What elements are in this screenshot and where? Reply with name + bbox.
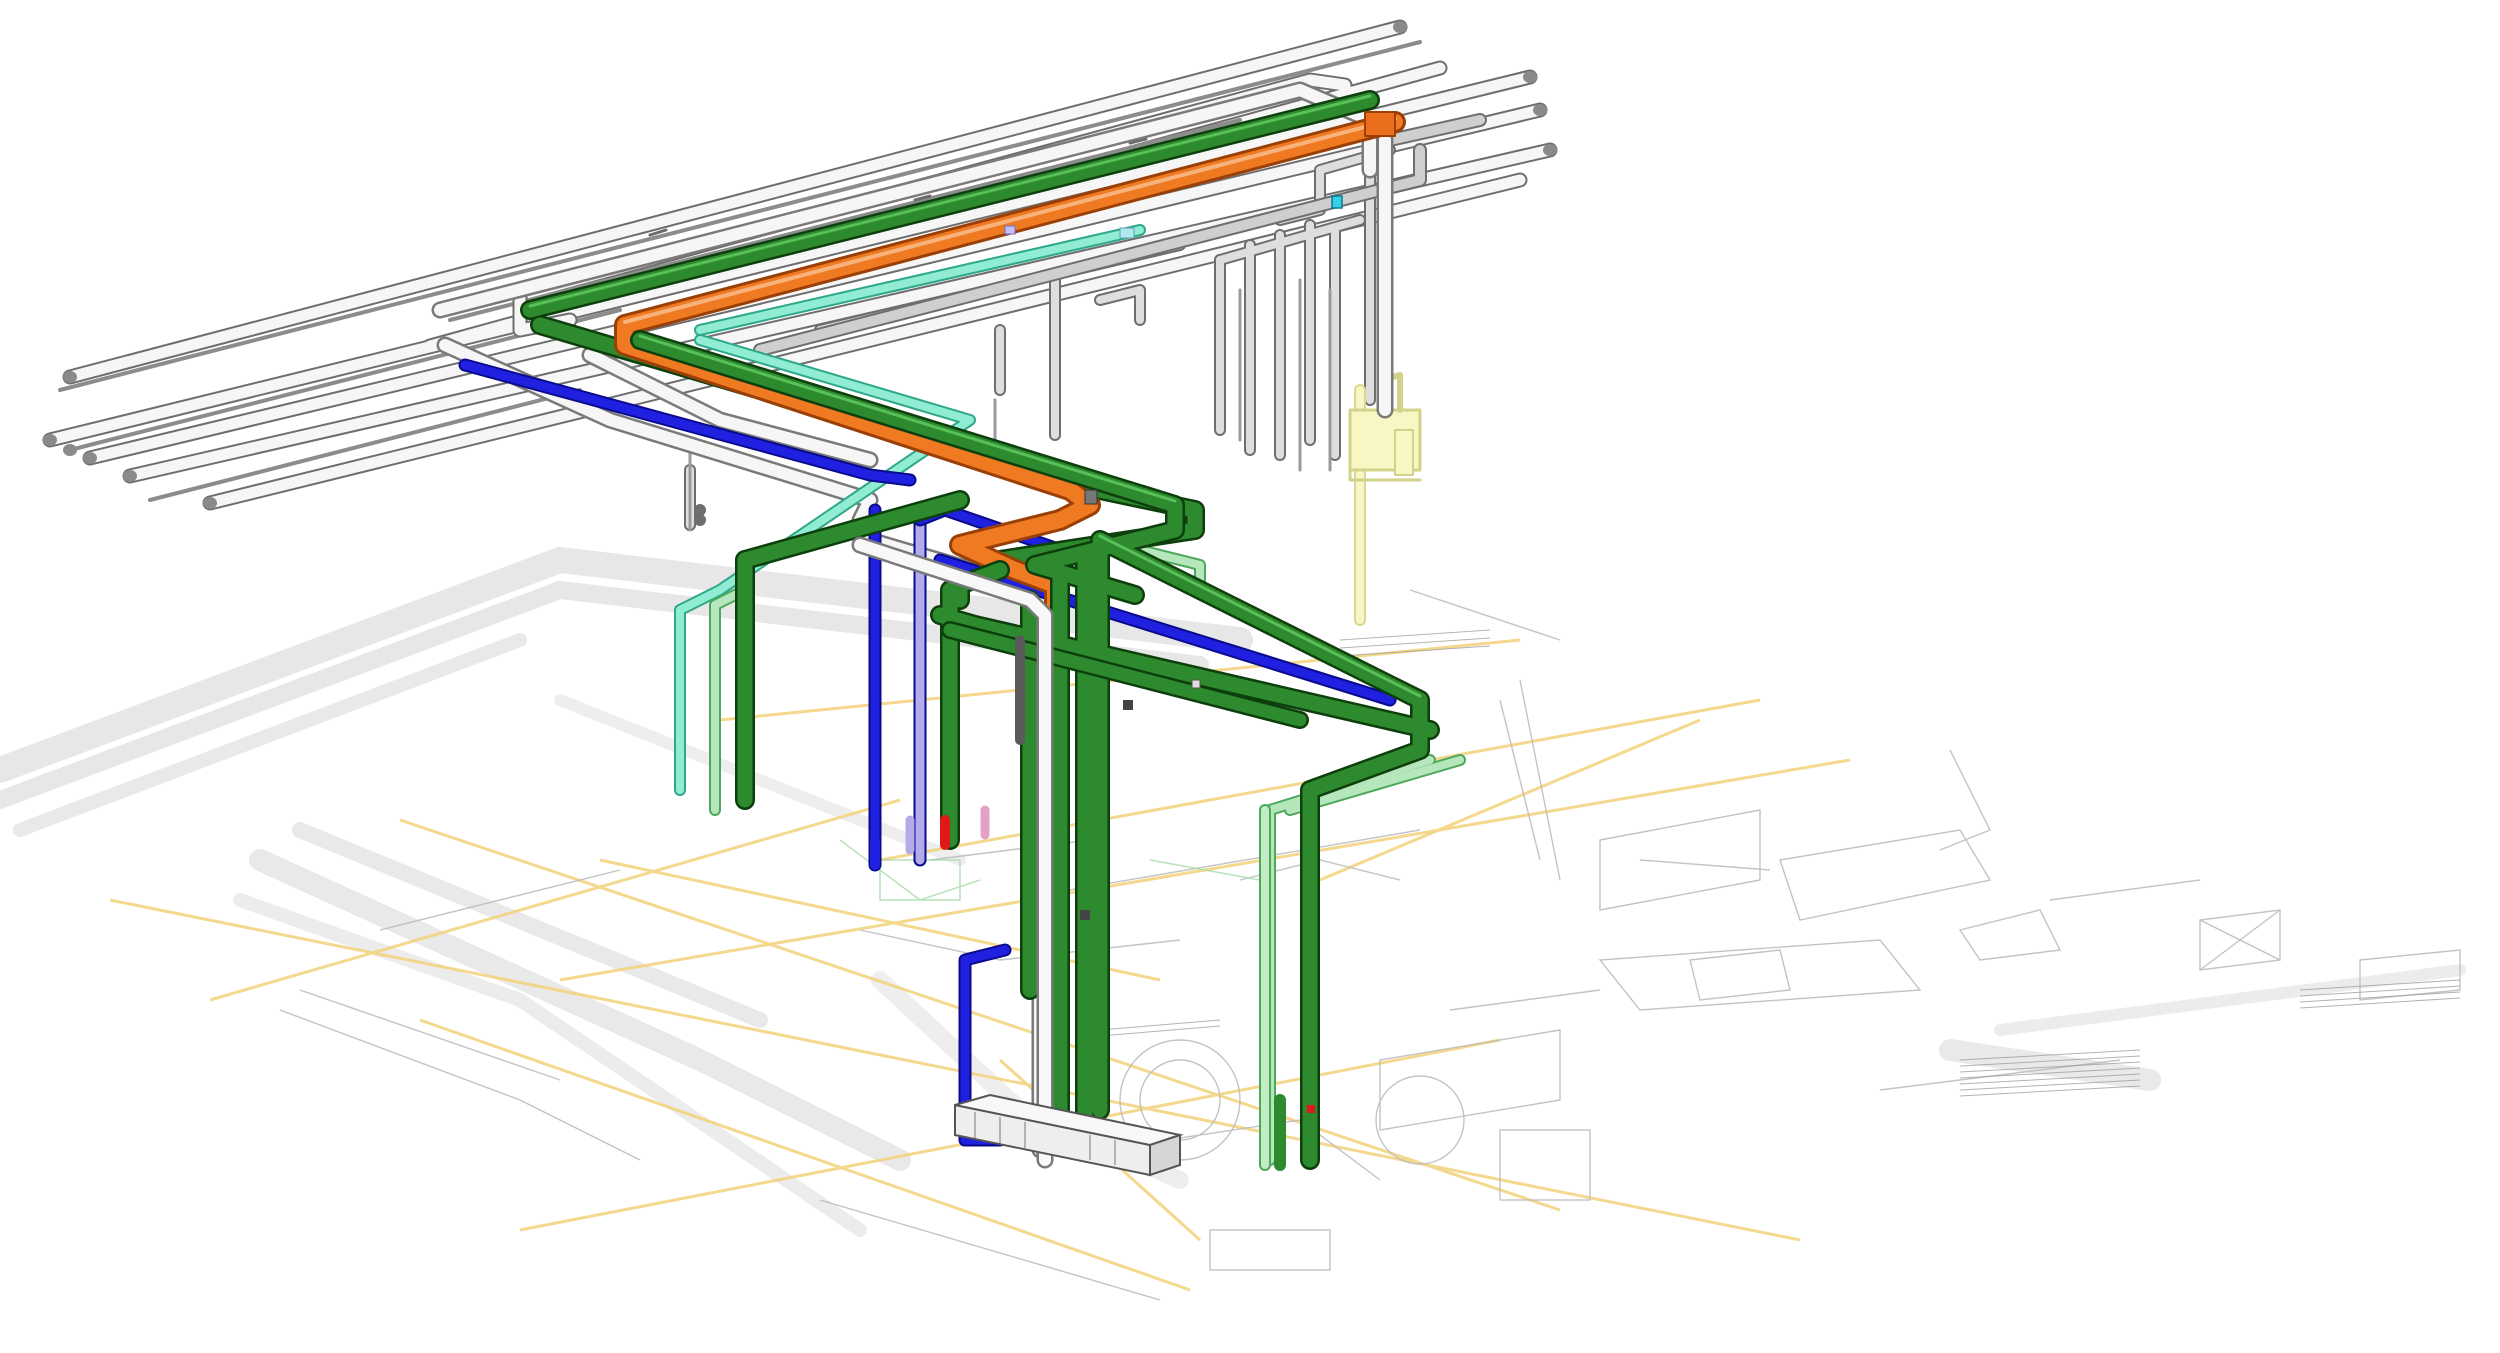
model-viewport[interactable] (0, 0, 2500, 1353)
floor-gridlines (109, 638, 1851, 1292)
isometric-pipe-model (0, 19, 2466, 1301)
floor-plan (0, 546, 2466, 1301)
